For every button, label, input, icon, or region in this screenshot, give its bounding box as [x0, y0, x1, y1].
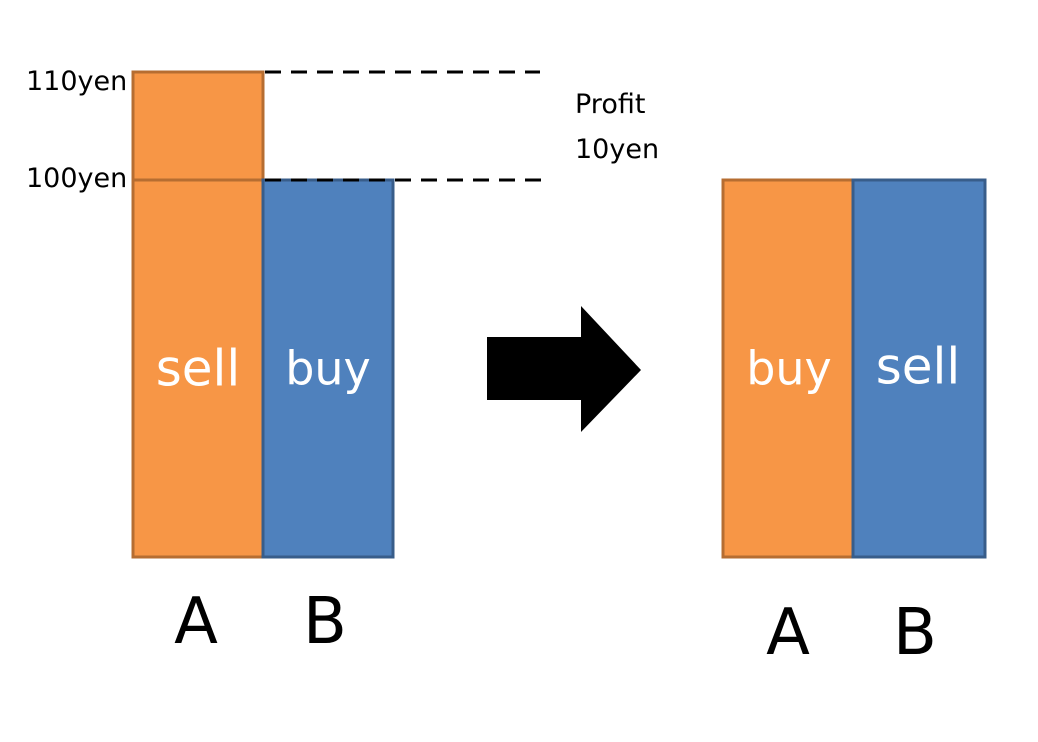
right-diagram: buy sell A B [721, 178, 987, 670]
right-arrow-icon [487, 306, 641, 432]
right-bar-b-label: sell [876, 338, 961, 396]
right-axis-b: B [893, 596, 937, 670]
profit-amount: 10yen [575, 134, 659, 165]
right-axis-a: A [766, 596, 810, 670]
price-label-100: 100yen [26, 163, 127, 194]
price-label-110: 110yen [26, 66, 127, 97]
trade-diagram: 110yen 100yen Profit 10yen sell buy A B … [26, 66, 987, 670]
left-axis-a: A [174, 585, 218, 659]
left-bar-a [131, 70, 265, 559]
left-bar-a-label: sell [156, 340, 241, 398]
right-bar-a-label: buy [746, 342, 832, 396]
profit-label: Profit [575, 89, 645, 120]
left-axis-b: B [303, 585, 347, 659]
left-bar-b-label: buy [285, 342, 371, 396]
